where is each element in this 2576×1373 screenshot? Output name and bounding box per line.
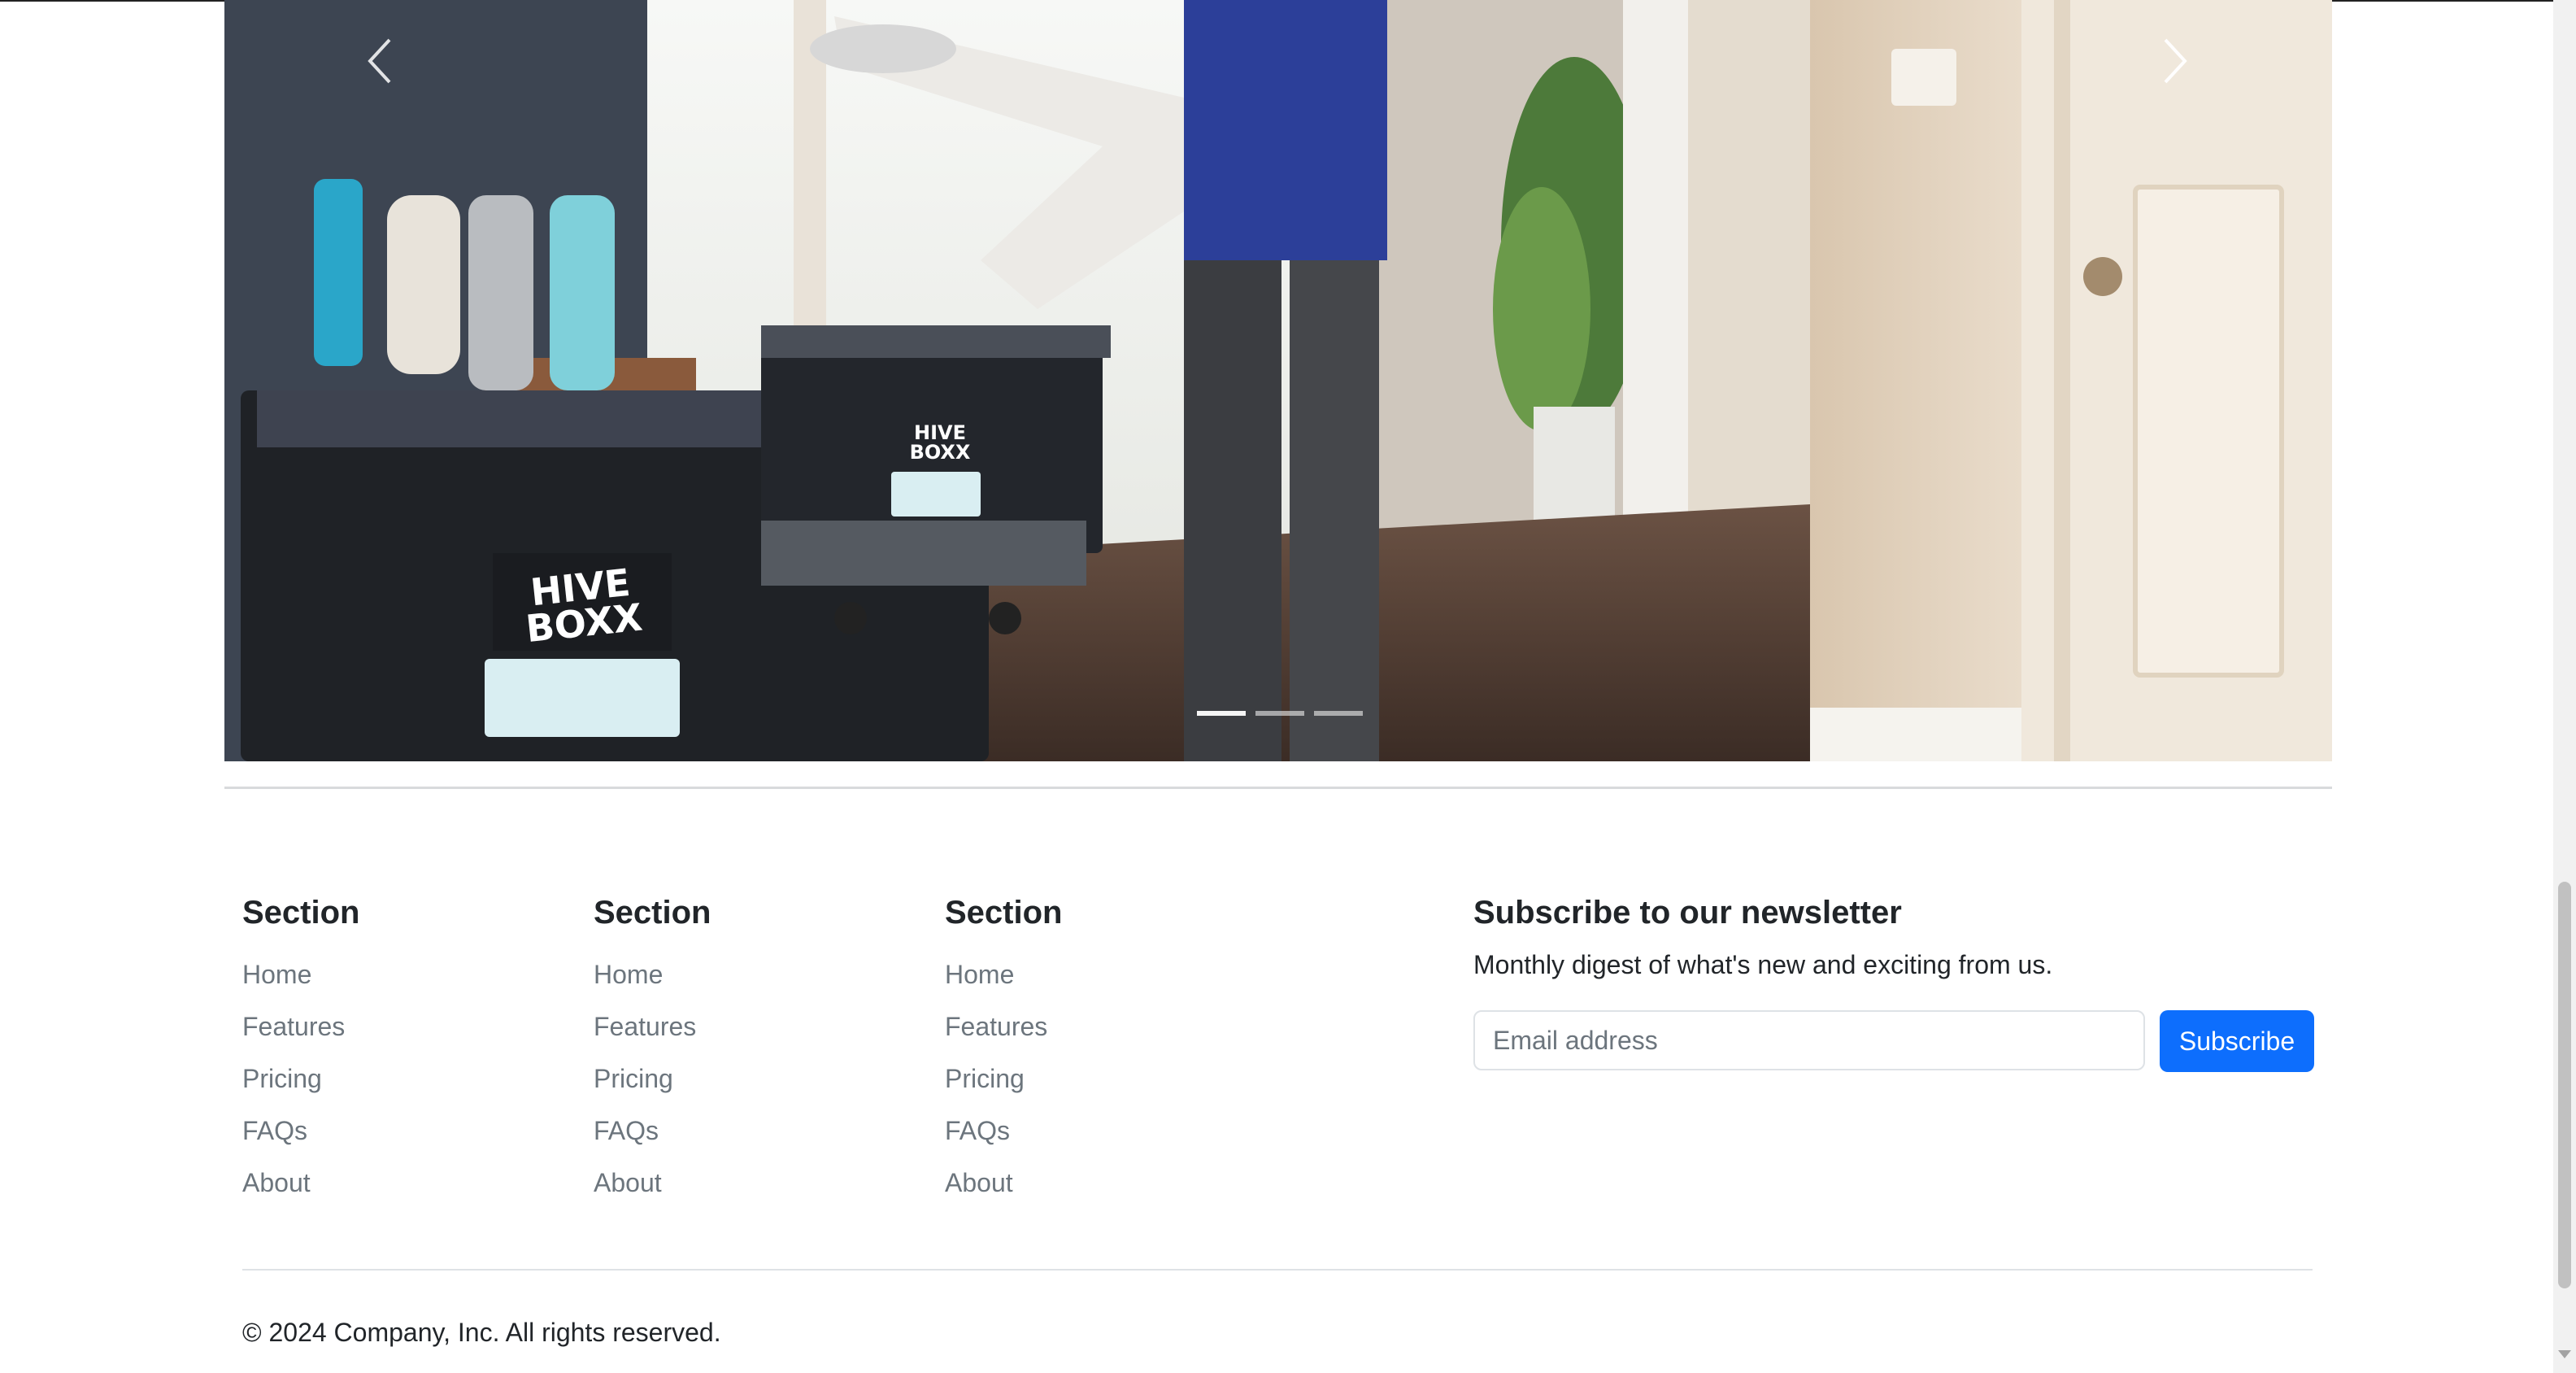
footer-link-about[interactable]: About [242,1168,311,1197]
footer-link-item: About [945,1157,1062,1209]
hero-carousel: HIVE BOXX HIVE BOXX [224,0,2332,761]
footer-link-item: Pricing [242,1053,359,1105]
page: HIVE BOXX HIVE BOXX Section Home Feature… [0,0,2576,1373]
page-scrollbar[interactable] [2553,0,2576,1373]
footer-link-about[interactable]: About [594,1168,662,1197]
footer-link-item: Features [242,1000,359,1053]
newsletter-heading: Subscribe to our newsletter [1473,895,1902,931]
carousel-indicators [1197,711,1363,716]
copyright-text: © 2024 Company, Inc. All rights reserved… [242,1318,721,1347]
footer-link-item: Pricing [594,1053,711,1105]
footer-link-item: FAQs [945,1105,1062,1157]
carousel-indicator-2[interactable] [1255,711,1304,716]
box-logo-text: HIVE BOXX [524,560,645,652]
footer-link-item: Home [242,948,359,1000]
cart-box-logo-text: HIVE BOXX [909,421,971,464]
footer-link-item: Pricing [945,1053,1062,1105]
footer-section-heading: Section [594,895,711,931]
footer-link-item: Home [945,948,1062,1000]
chevron-right-icon [2164,38,2187,84]
footer-link-pricing[interactable]: Pricing [945,1064,1025,1093]
footer-link-faqs[interactable]: FAQs [594,1116,659,1145]
footer-link-pricing[interactable]: Pricing [242,1064,322,1093]
footer-section-3: Section Home Features Pricing FAQs About [945,891,1062,1209]
newsletter-section: Subscribe to our newsletter Monthly dige… [1473,891,2314,1072]
footer-link-about[interactable]: About [945,1168,1013,1197]
footer-link-features[interactable]: Features [594,1012,696,1041]
footer-link-home[interactable]: Home [242,960,311,989]
footer-section-1: Section Home Features Pricing FAQs About [242,891,359,1209]
footer-link-item: Home [594,948,711,1000]
newsletter-description: Monthly digest of what's new and excitin… [1473,950,2053,979]
footer-link-item: FAQs [594,1105,711,1157]
footer-link-list: Home Features Pricing FAQs About [242,948,359,1209]
footer-link-faqs[interactable]: FAQs [242,1116,307,1145]
footer-link-pricing[interactable]: Pricing [594,1064,673,1093]
footer-section-heading: Section [242,895,360,931]
footer-link-item: Features [945,1000,1062,1053]
scrollbar-thumb[interactable] [2558,882,2571,1288]
footer-top-divider [224,787,2332,789]
footer-link-faqs[interactable]: FAQs [945,1116,1010,1145]
footer-link-home[interactable]: Home [945,960,1014,989]
footer-link-item: About [242,1157,359,1209]
subscribe-button[interactable]: Subscribe [2160,1010,2314,1072]
footer-link-features[interactable]: Features [945,1012,1047,1041]
carousel-indicator-3[interactable] [1314,711,1363,716]
footer-link-features[interactable]: Features [242,1012,345,1041]
carousel-next-button[interactable] [2143,24,2208,98]
carousel-indicator-1[interactable] [1197,711,1246,716]
footer-link-list: Home Features Pricing FAQs About [945,948,1062,1209]
footer-section-heading: Section [945,895,1063,931]
cart-box-logo: HIVE BOXX [899,423,981,462]
chevron-left-icon [368,38,391,84]
footer-link-home[interactable]: Home [594,960,663,989]
email-input[interactable] [1473,1010,2145,1070]
footer-section-2: Section Home Features Pricing FAQs About [594,891,711,1209]
footer-link-item: Features [594,1000,711,1053]
footer-bottom-divider [242,1269,2313,1271]
scroll-down-arrow-icon[interactable] [2558,1350,2571,1358]
newsletter-form: Subscribe [1473,1010,2314,1072]
footer-link-list: Home Features Pricing FAQs About [594,948,711,1209]
footer-link-item: About [594,1157,711,1209]
footer-link-item: FAQs [242,1105,359,1157]
carousel-prev-button[interactable] [346,24,411,98]
